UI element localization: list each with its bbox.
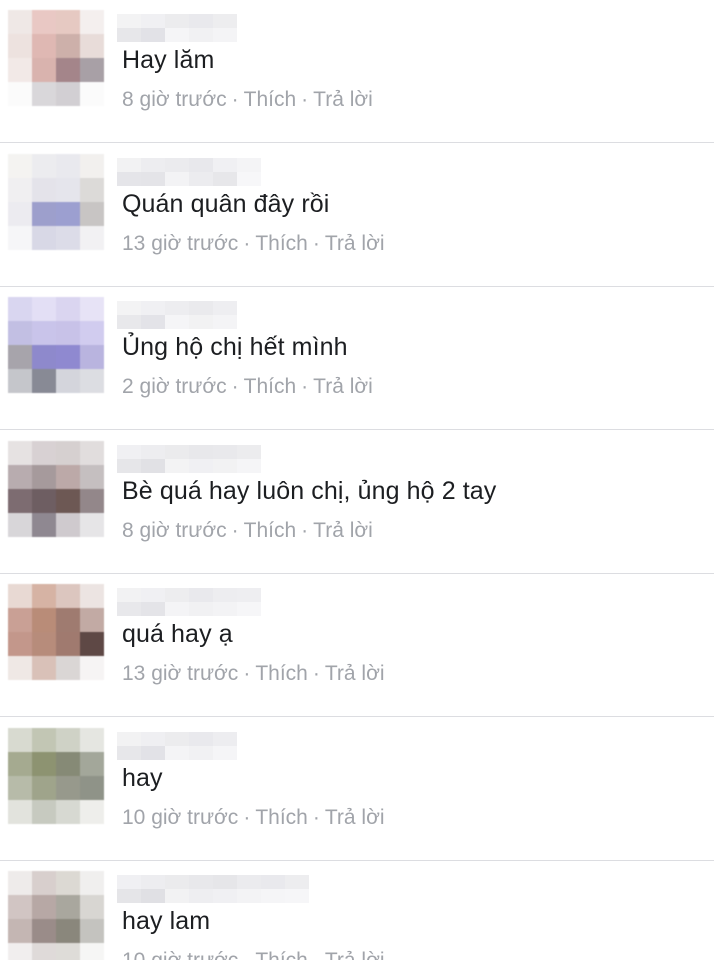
separator-dot: · <box>243 806 251 829</box>
comment-text: Bè quá hay luôn chị, ủng hộ 2 tay <box>122 477 497 505</box>
avatar[interactable] <box>8 297 104 393</box>
avatar[interactable] <box>8 584 104 680</box>
comment-item: Hay lăm 8 giờ trước · Thích · Trả lời <box>0 0 714 143</box>
separator-dot: · <box>301 88 309 111</box>
comment-timestamp: 13 giờ trước <box>122 662 239 685</box>
comment-item: Ủng hộ chị hết mình 2 giờ trước · Thích · Trả… <box>0 287 714 430</box>
commenter-name[interactable] <box>117 732 237 760</box>
separator-dot: · <box>301 375 309 398</box>
comment-text: Ủng hộ chị hết mình <box>122 333 348 361</box>
comment-item: Quán quân đây rồi 13 giờ trước · Thích · Trả … <box>0 144 714 287</box>
comment-item: Bè quá hay luôn chị, ủng hộ 2 tay 8 giờ t… <box>0 431 714 574</box>
separator-dot: · <box>312 806 320 829</box>
comment-text: hay lam <box>122 907 211 935</box>
commenter-name[interactable] <box>117 588 261 616</box>
separator-dot: · <box>243 662 251 685</box>
separator-dot: · <box>243 232 251 255</box>
separator-dot: · <box>231 88 239 111</box>
comment-meta: 13 giờ trước · Thích · Trả lời <box>122 232 385 256</box>
comment-timestamp: 2 giờ trước <box>122 375 227 398</box>
reply-link[interactable]: Trả lời <box>325 662 385 685</box>
separator-dot: · <box>301 519 309 542</box>
reply-link[interactable]: Trả lời <box>325 232 385 255</box>
commenter-name[interactable] <box>117 445 261 473</box>
like-link[interactable]: Thích <box>244 375 297 398</box>
like-link[interactable]: Thích <box>255 949 308 960</box>
separator-dot: · <box>312 662 320 685</box>
comment-meta: 13 giờ trước · Thích · Trả lời <box>122 662 385 686</box>
reply-link[interactable]: Trả lời <box>325 949 385 960</box>
comment-timestamp: 10 giờ trước <box>122 949 238 960</box>
divider <box>0 716 714 717</box>
separator-dot: · <box>231 519 239 542</box>
separator-dot: · <box>231 375 239 398</box>
like-link[interactable]: Thích <box>244 88 297 111</box>
comment-meta: 8 giờ trước · Thích · Trả lời <box>122 88 373 112</box>
comment-item: hay 10 giờ trước · Thích · Trả lời <box>0 718 714 861</box>
separator-dot: · <box>243 949 250 960</box>
comment-meta: 10 giờ trước·Thích·Trả lời <box>122 806 385 830</box>
like-link[interactable]: Thích <box>255 232 308 255</box>
commenter-name[interactable] <box>117 14 237 42</box>
comment-list: Hay lăm 8 giờ trước · Thích · Trả lời Quán quâ… <box>0 0 714 960</box>
avatar[interactable] <box>8 441 104 537</box>
reply-link[interactable]: Trả lời <box>313 375 373 398</box>
like-link[interactable]: Thích <box>244 519 297 542</box>
comment-text: Quán quân đây rồi <box>122 190 330 218</box>
avatar[interactable] <box>8 728 104 824</box>
separator-dot: · <box>313 949 320 960</box>
comment-text: quá hay ạ <box>122 620 233 648</box>
commenter-name[interactable] <box>117 301 237 329</box>
like-link[interactable]: Thích <box>255 806 308 829</box>
divider <box>0 142 714 143</box>
avatar[interactable] <box>8 154 104 250</box>
reply-link[interactable]: Trả lời <box>325 806 385 829</box>
comment-item: hay lam 10 giờ trước · Thích · Trả lời <box>0 861 714 960</box>
comment-timestamp: 8 giờ trước <box>122 519 227 542</box>
like-link[interactable]: Thích <box>255 662 308 685</box>
comment-text: hay <box>122 764 163 792</box>
separator-dot: · <box>312 232 320 255</box>
reply-link[interactable]: Trả lời <box>313 88 373 111</box>
comment-text: Hay lăm <box>122 46 215 74</box>
commenter-name[interactable] <box>117 158 261 186</box>
comment-meta: 2 giờ trước · Thích · Trả lời <box>122 375 373 399</box>
avatar[interactable] <box>8 10 104 106</box>
comment-timestamp: 10 giờ trước <box>122 806 239 829</box>
divider <box>0 429 714 430</box>
reply-link[interactable]: Trả lời <box>313 519 373 542</box>
comment-meta: 10 giờ trước · Thích · Trả lời <box>122 949 385 960</box>
comment-timestamp: 8 giờ trước <box>122 88 227 111</box>
avatar[interactable] <box>8 871 104 960</box>
comment-meta: 8 giờ trước · Thích · Trả lời <box>122 519 373 543</box>
commenter-name[interactable] <box>117 875 309 903</box>
comment-timestamp: 13 giờ trước <box>122 232 239 255</box>
comment-item: quá hay ạ 13 giờ trước · Thích · Trả lời <box>0 574 714 717</box>
